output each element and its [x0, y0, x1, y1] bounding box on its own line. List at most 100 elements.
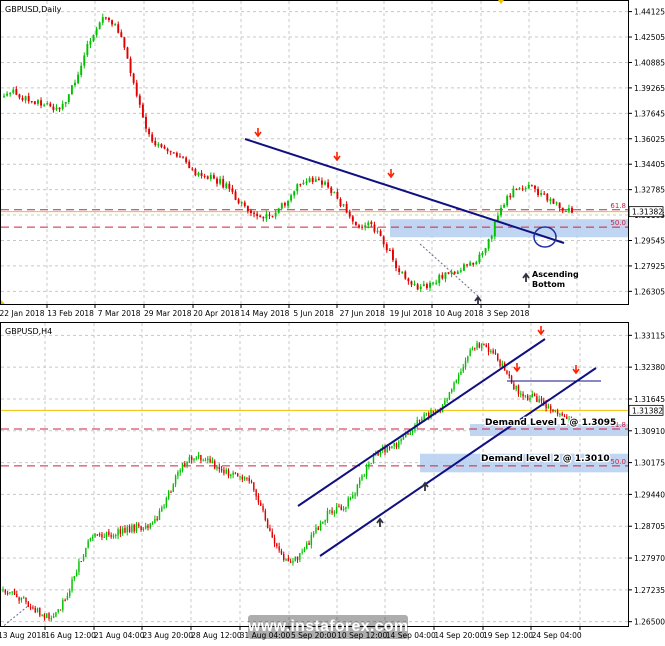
- candle-body: [395, 260, 398, 269]
- candle-body: [40, 100, 43, 106]
- candle-body: [145, 116, 147, 129]
- candle-body: [549, 199, 552, 201]
- candle-body: [211, 460, 214, 463]
- ascending-bottom-annotation: Ascending Bottom: [532, 270, 579, 289]
- candle-body: [529, 397, 531, 401]
- candle-body: [324, 182, 327, 185]
- candle-body: [490, 236, 493, 239]
- candle-body: [147, 525, 149, 528]
- candle-body: [438, 274, 441, 284]
- candle-body: [142, 528, 145, 530]
- candle-body: [133, 524, 135, 532]
- candle-body: [135, 523, 138, 532]
- candle-body: [368, 463, 370, 467]
- candle-body: [154, 141, 157, 146]
- candle-body: [206, 176, 209, 179]
- candle-body: [413, 283, 416, 285]
- candle-body: [268, 214, 271, 216]
- candle-body: [27, 601, 30, 607]
- candle-body: [425, 412, 428, 415]
- candle-body: [149, 523, 151, 529]
- candle-body: [92, 536, 94, 539]
- candle-body: [24, 96, 27, 101]
- candle-body: [558, 202, 561, 209]
- candle-body: [20, 597, 23, 601]
- candle-body: [308, 178, 311, 183]
- candle-body: [167, 491, 170, 499]
- candle-body: [185, 157, 188, 163]
- y-tick-label: 1.30175: [634, 459, 665, 468]
- candle-body: [364, 225, 367, 228]
- candle-body: [335, 506, 338, 513]
- candle-body: [246, 205, 249, 212]
- daily-zone-rect: [390, 219, 628, 238]
- candle-body: [497, 353, 499, 361]
- candle-body: [554, 410, 557, 412]
- candle-body: [18, 94, 21, 98]
- candle-body: [255, 489, 257, 497]
- candle-body: [552, 409, 554, 412]
- candle-body: [283, 203, 286, 206]
- candle-body: [283, 553, 285, 560]
- candle-body: [151, 522, 154, 524]
- candle-body: [262, 506, 264, 511]
- candle-body: [545, 403, 547, 409]
- fib-level-label: 50.0: [610, 219, 626, 227]
- candle-body: [358, 225, 360, 227]
- candle-body: [382, 236, 385, 245]
- candle-body: [327, 182, 330, 188]
- candle-body: [330, 187, 333, 193]
- candle-body: [41, 614, 43, 616]
- candle-body: [225, 469, 227, 474]
- y-tick-label: 1.27970: [634, 554, 665, 563]
- candle-body: [527, 184, 530, 189]
- candle-body: [423, 414, 425, 420]
- y-tick-label: 1.32785: [634, 186, 665, 195]
- candle-body: [126, 47, 129, 59]
- daily-time-axis: 22 Jan 2018 13 Feb 2018 7 Mar 2018 29 Mar 2…: [0, 304, 530, 318]
- candle-body: [50, 618, 53, 620]
- candle-body: [82, 556, 85, 561]
- candle-body: [524, 395, 527, 397]
- candle-body: [69, 590, 71, 596]
- candle-body: [135, 82, 138, 96]
- candle-body: [249, 210, 252, 214]
- candle-body: [188, 457, 191, 462]
- candle-body: [174, 475, 177, 485]
- candle-body: [356, 484, 359, 495]
- candle-body: [9, 93, 12, 95]
- candle-body: [218, 466, 221, 470]
- y-tick-label: 1.37645: [634, 109, 665, 118]
- candle-body: [219, 178, 222, 184]
- candle-body: [48, 613, 50, 619]
- candle-body: [478, 343, 481, 348]
- candle-body: [370, 463, 372, 465]
- candle-body: [571, 207, 573, 213]
- candle-body: [411, 429, 414, 433]
- candle-body: [520, 393, 522, 395]
- candle-body: [114, 24, 117, 26]
- candle-body: [492, 350, 494, 353]
- candle-body: [509, 195, 512, 198]
- candle-body: [416, 284, 419, 290]
- candle-body: [197, 172, 200, 176]
- y-tick-label: 1.26500: [634, 618, 665, 627]
- candle-body: [462, 264, 465, 271]
- candle-body: [444, 400, 446, 405]
- candle-body: [421, 418, 423, 421]
- candle-body: [317, 527, 319, 530]
- candle-body: [181, 463, 184, 471]
- candle-body: [158, 510, 161, 520]
- candle-body: [21, 98, 24, 100]
- x-tick-label: 5 Jun 2018: [293, 309, 334, 318]
- candle-body: [39, 607, 41, 616]
- candle-body: [126, 527, 128, 533]
- candle-body: [124, 528, 126, 533]
- candle-body: [310, 534, 313, 546]
- candle-body: [409, 432, 412, 435]
- candle-body: [460, 371, 462, 375]
- chart-canvas[interactable]: 61.8 50.0 GBPUSD,Daily Ascending Bottom 1…: [0, 0, 665, 642]
- candle-body: [154, 519, 156, 524]
- candle-body: [472, 263, 475, 265]
- candle-body: [271, 216, 274, 218]
